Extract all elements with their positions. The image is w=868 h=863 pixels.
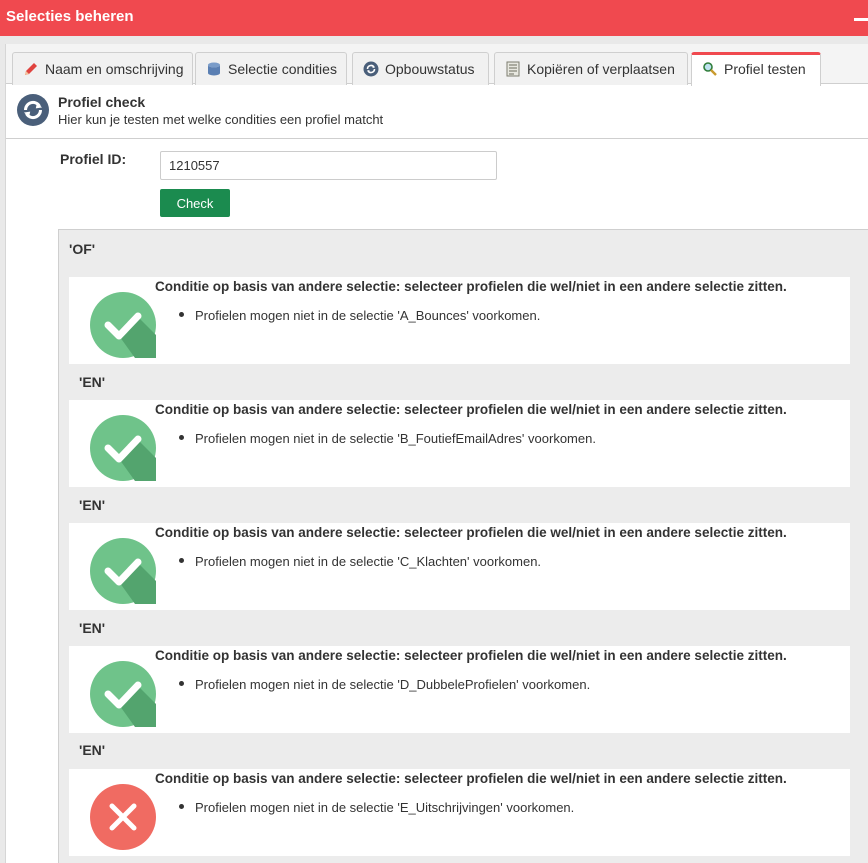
tab-bar: Naam en omschrijving Selectie condities … [6,44,868,86]
condition-detail: Profielen mogen niet in de selectie 'E_U… [195,800,575,815]
cross-icon [90,784,156,850]
profiel-id-input[interactable] [160,151,497,180]
document-icon [505,61,521,77]
minimize-icon[interactable] [854,18,868,21]
condition-title: Conditie op basis van andere selectie: s… [155,648,787,663]
condition-detail: Profielen mogen niet in de selectie 'A_B… [195,308,541,323]
check-icon [90,538,156,604]
profile-check-header: Profiel check Hier kun je testen met wel… [6,84,868,139]
page-title: Profiel check [58,94,146,110]
bullet-icon [179,312,184,317]
tab-selectie-condities[interactable]: Selectie condities [195,52,347,85]
tab-opbouwstatus[interactable]: Opbouwstatus [352,52,489,85]
check-icon [90,415,156,481]
main-panel: Naam en omschrijving Selectie condities … [5,44,868,863]
results-panel: 'OF' Conditie op basis van andere select… [58,229,868,863]
condition-operator: 'EN' [79,742,106,758]
condition-detail: Profielen mogen niet in de selectie 'C_K… [195,554,542,569]
bullet-icon [179,804,184,809]
profiel-id-label: Profiel ID: [60,151,127,167]
magnifier-icon [702,61,718,77]
tab-label: Opbouwstatus [385,61,475,77]
root-operator: 'OF' [69,241,96,257]
condition-operator: 'EN' [79,497,106,513]
bullet-icon [179,558,184,563]
window-titlebar: Selecties beheren [0,0,868,36]
condition-title: Conditie op basis van andere selectie: s… [155,279,787,294]
check-icon [90,661,156,727]
tab-kopieren-of-verplaatsen[interactable]: Kopiëren of verplaatsen [494,52,688,85]
tab-label: Profiel testen [724,61,806,77]
condition-title: Conditie op basis van andere selectie: s… [155,771,787,786]
tab-profiel-testen[interactable]: Profiel testen [691,52,821,86]
tab-naam-en-omschrijving[interactable]: Naam en omschrijving [12,52,193,85]
check-icon [90,292,156,358]
tab-label: Naam en omschrijving [45,61,184,77]
bullet-icon [179,681,184,686]
condition-operator: 'EN' [79,620,106,636]
tab-label: Kopiëren of verplaatsen [527,61,675,77]
pencil-icon [23,61,39,77]
refresh-icon [17,94,49,131]
condition-card: Conditie op basis van andere selectie: s… [69,769,850,856]
window-title: Selecties beheren [6,8,134,25]
condition-detail: Profielen mogen niet in de selectie 'D_D… [195,677,591,692]
condition-card: Conditie op basis van andere selectie: s… [69,646,850,733]
bullet-icon [179,435,184,440]
condition-card: Conditie op basis van andere selectie: s… [69,523,850,610]
condition-title: Conditie op basis van andere selectie: s… [155,525,787,540]
condition-detail: Profielen mogen niet in de selectie 'B_F… [195,431,596,446]
condition-title: Conditie op basis van andere selectie: s… [155,402,787,417]
tab-label: Selectie condities [228,61,337,77]
condition-operator: 'EN' [79,374,106,390]
refresh-icon [363,61,379,77]
page-subtitle: Hier kun je testen met welke condities e… [58,112,384,127]
condition-card: Conditie op basis van andere selectie: s… [69,277,850,364]
database-icon [206,61,222,77]
condition-card: Conditie op basis van andere selectie: s… [69,400,850,487]
check-button[interactable]: Check [160,189,230,217]
